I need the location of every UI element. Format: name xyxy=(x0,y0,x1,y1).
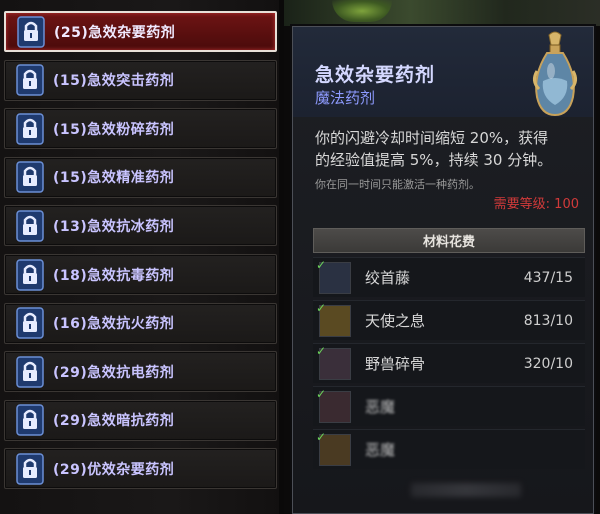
description-line-1: 你的闪避冷却时间缩短 20%，获得 xyxy=(315,129,549,147)
potion-label: (29)急效抗电药剂 xyxy=(53,364,175,381)
material-name: 恶魔 xyxy=(365,441,396,459)
lock-icon xyxy=(15,63,45,97)
lock-icon xyxy=(15,160,45,194)
item-tooltip: 急效杂要药剂 魔法药剂 你的闪避冷却时间缩短 20%，获得 的经验值提高 5%，… xyxy=(292,26,594,514)
obscured-footer xyxy=(411,483,521,497)
potion-list-item[interactable]: (15)急效粉碎药剂 xyxy=(4,108,277,150)
material-row: ✓ 恶魔 xyxy=(313,429,585,469)
potion-list-item[interactable]: (13)急效抗冰药剂 xyxy=(4,205,277,247)
material-name: 野兽碎骨 xyxy=(365,355,426,373)
material-count: 437/15 xyxy=(523,269,573,286)
potion-list-item[interactable]: (15)急效精准药剂 xyxy=(4,156,277,198)
potion-list-item[interactable]: (25)急效杂要药剂 xyxy=(4,11,277,52)
potion-list: (25)急效杂要药剂 (15)急效突击药剂 (15)急效粉碎药剂 (15)急效精准药剂… xyxy=(0,0,284,514)
description-line-2: 的经验值提高 5%，持续 30 分钟。 xyxy=(315,151,553,169)
item-type: 魔法药剂 xyxy=(315,89,376,107)
material-row: ✓ 野兽碎骨 320/10 xyxy=(313,343,585,383)
lock-icon xyxy=(15,209,45,243)
potion-label: (16)急效抗火药剂 xyxy=(53,316,175,333)
lock-icon xyxy=(15,112,45,146)
list-scrollbar[interactable] xyxy=(279,0,284,514)
potion-list-item[interactable]: (29)优效杂要药剂 xyxy=(4,448,277,490)
potion-label: (15)急效粉碎药剂 xyxy=(53,121,175,138)
check-icon: ✓ xyxy=(316,386,327,401)
potion-list-item[interactable]: (15)急效突击药剂 xyxy=(4,59,277,101)
item-note: 你在同一时间只能激活一种药剂。 xyxy=(315,178,480,191)
material-count: 813/10 xyxy=(523,312,573,329)
material-row: ✓ 恶魔 xyxy=(313,386,585,426)
materials-header: 材料花费 xyxy=(313,228,585,253)
potion-list-item[interactable]: (29)急效抗电药剂 xyxy=(4,351,277,393)
lock-icon xyxy=(15,258,45,292)
potion-list-item[interactable]: (18)急效抗毒药剂 xyxy=(4,254,277,295)
angel-breath-icon: ✓ xyxy=(316,301,351,337)
potion-list-item[interactable]: (29)急效暗抗药剂 xyxy=(4,399,277,441)
item-title: 急效杂要药剂 xyxy=(315,64,436,86)
lock-icon xyxy=(15,306,45,340)
potion-list-item[interactable]: (16)急效抗火药剂 xyxy=(4,302,277,344)
lock-icon xyxy=(15,403,45,437)
check-icon: ✓ xyxy=(316,429,327,444)
material-count: 320/10 xyxy=(523,355,573,372)
bone-icon: ✓ xyxy=(316,344,351,380)
potion-label: (15)急效突击药剂 xyxy=(53,73,175,90)
potion-bottle-icon xyxy=(529,31,581,119)
material-row: ✓ 绞首藤 437/15 xyxy=(313,257,585,297)
potion-label: (13)急效抗冰药剂 xyxy=(53,218,175,235)
potion-label: (18)急效抗毒药剂 xyxy=(53,267,175,284)
potion-label: (29)急效暗抗药剂 xyxy=(53,413,175,430)
vine-icon: ✓ xyxy=(316,258,351,294)
lock-icon xyxy=(16,15,46,49)
potion-label: (25)急效杂要药剂 xyxy=(54,24,176,41)
game-scene-background xyxy=(284,0,600,26)
potion-label: (15)急效精准药剂 xyxy=(53,170,175,187)
demon-material-icon: ✓ xyxy=(316,387,351,423)
material-name: 恶魔 xyxy=(365,398,396,416)
demon-material-icon: ✓ xyxy=(316,430,351,466)
material-row: ✓ 天使之息 813/10 xyxy=(313,300,585,340)
potion-label: (29)优效杂要药剂 xyxy=(53,461,175,478)
level-requirement: 需要等级: 100 xyxy=(493,197,579,212)
item-description: 你的闪避冷却时间缩短 20%，获得 的经验值提高 5%，持续 30 分钟。 xyxy=(315,127,585,171)
lock-icon xyxy=(15,355,45,389)
material-name: 天使之息 xyxy=(365,312,426,330)
check-icon: ✓ xyxy=(316,257,327,272)
check-icon: ✓ xyxy=(316,343,327,358)
check-icon: ✓ xyxy=(316,300,327,315)
lock-icon xyxy=(15,452,45,486)
material-name: 绞首藤 xyxy=(365,269,411,287)
